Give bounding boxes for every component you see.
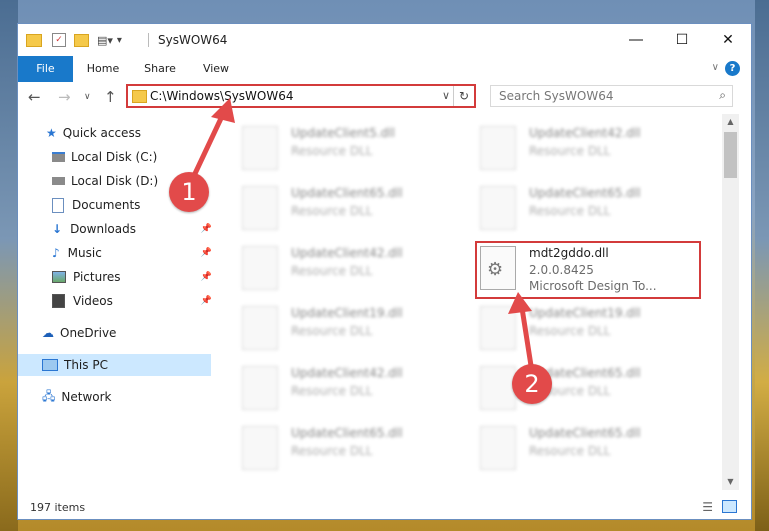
- arrow-1-line: [189, 109, 227, 183]
- step-badge-2: 2: [512, 364, 552, 404]
- arrow-2-head: [508, 292, 532, 314]
- annotation-arrows: [189, 98, 535, 375]
- step-badge-1: 1: [169, 172, 209, 212]
- arrow-1-head: [211, 98, 235, 123]
- arrow-2-line: [519, 305, 535, 375]
